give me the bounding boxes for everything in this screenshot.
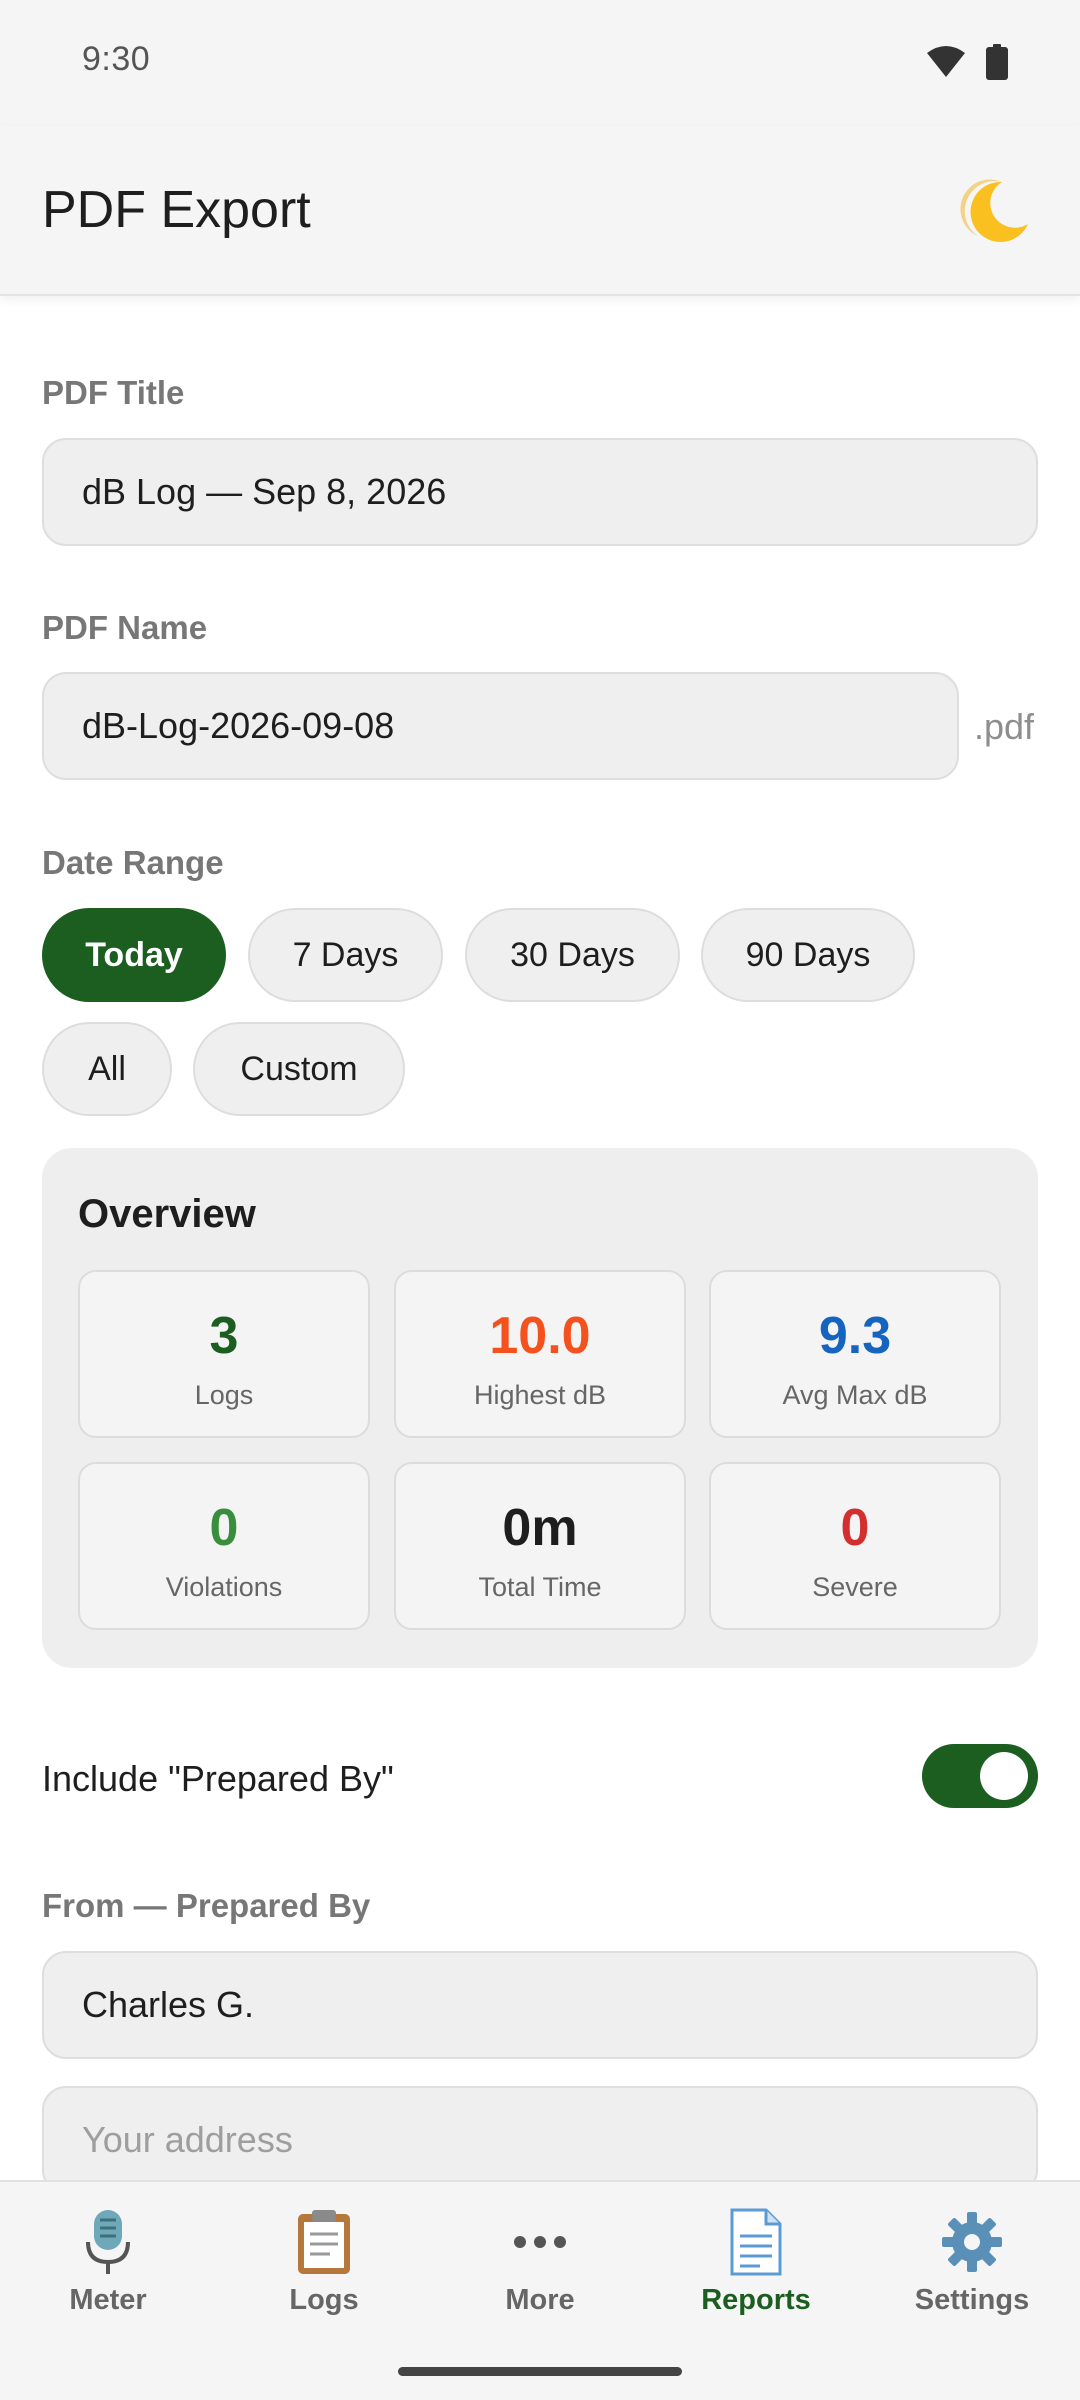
clipboard-icon: [298, 2210, 350, 2274]
stat-label-severe: Severe: [812, 1572, 898, 1602]
stat-value-highest-db: 10.0: [489, 1307, 591, 1365]
pdf-name-label: PDF Name: [42, 609, 208, 646]
microphone-icon: [86, 2210, 130, 2274]
nav-item-meter[interactable]: Meter: [0, 2182, 216, 2332]
stat-label-logs: Logs: [194, 1380, 254, 1410]
status-icons: [926, 44, 1008, 80]
prepared-by-toggle-label: Include "Prepared By": [42, 1758, 394, 1799]
stat-card-logs: 3 Logs: [78, 1270, 370, 1438]
date-range-chip-today[interactable]: Today: [42, 908, 226, 1002]
gear-icon: [942, 2212, 1002, 2272]
export-form: PDF Title dB Log — Sep 8, 2026 PDF Name …: [0, 296, 1080, 2180]
pdf-extension-suffix: .pdf: [974, 706, 1035, 747]
stat-label-violations: Violations: [165, 1572, 283, 1602]
nav-item-settings[interactable]: Settings: [864, 2182, 1080, 2332]
stat-value-violations: 0: [209, 1499, 239, 1557]
nav-label-settings: Settings: [914, 2284, 1030, 2316]
status-bar: 9:30: [0, 0, 1080, 126]
stat-value-avg-max-db: 9.3: [818, 1307, 892, 1365]
prepared-by-label: From — Prepared By: [42, 1887, 371, 1924]
prepared-by-toggle[interactable]: [922, 1744, 1038, 1808]
stat-label-total-time: Total Time: [478, 1572, 602, 1602]
wifi-icon: [927, 46, 965, 77]
page-title: PDF Export: [42, 181, 311, 239]
pdf-name-input[interactable]: dB-Log-2026-09-08: [42, 672, 959, 780]
nav-item-logs[interactable]: Logs: [216, 2182, 432, 2332]
nav-label-reports: Reports: [701, 2284, 811, 2316]
stat-value-logs: 3: [209, 1307, 239, 1365]
prepared-by-address-input[interactable]: Your address: [42, 2086, 1038, 2180]
stat-label-highest-db: Highest dB: [473, 1380, 607, 1410]
battery-icon: [986, 44, 1008, 80]
nav-item-reports[interactable]: Reports: [648, 2182, 864, 2332]
pdf-title-input[interactable]: dB Log — Sep 8, 2026: [42, 438, 1038, 546]
more-dots-icon: [514, 2236, 566, 2248]
stat-card-highest-db: 10.0 Highest dB: [394, 1270, 686, 1438]
stat-card-avg-max-db: 9.3 Avg Max dB: [709, 1270, 1001, 1438]
date-range-chip-90-days[interactable]: 90 Days: [701, 908, 915, 1002]
toggle-knob: [980, 1752, 1028, 1800]
date-range-chip-7-days[interactable]: 7 Days: [248, 908, 443, 1002]
pdf-export-screen: 9:30 PDF Export PDF Title dB Log — Sep 8…: [0, 0, 1080, 2400]
nav-label-more: More: [505, 2284, 575, 2316]
status-time: 9:30: [82, 40, 151, 78]
overview-title: Overview: [78, 1192, 256, 1236]
nav-label-meter: Meter: [69, 2284, 147, 2316]
stat-label-avg-max-db: Avg Max dB: [782, 1380, 928, 1410]
stat-card-severe: 0 Severe: [709, 1462, 1001, 1630]
date-range-chip-custom[interactable]: Custom: [193, 1022, 405, 1116]
nav-item-more[interactable]: More: [432, 2182, 648, 2332]
pdf-title-label: PDF Title: [42, 374, 185, 411]
stat-value-severe: 0: [840, 1499, 870, 1557]
date-range-label: Date Range: [42, 844, 224, 881]
document-icon: [730, 2208, 782, 2276]
stat-value-total-time: 0m: [502, 1499, 578, 1557]
date-range-chip-30-days[interactable]: 30 Days: [465, 908, 680, 1002]
prepared-by-name-input[interactable]: Charles G.: [42, 1951, 1038, 2059]
overview-card: Overview 3 Logs 10.0 Highest dB 9.3 Avg …: [42, 1148, 1038, 1668]
nav-label-logs: Logs: [289, 2284, 359, 2316]
stat-card-total-time: 0m Total Time: [394, 1462, 686, 1630]
home-indicator: [398, 2367, 682, 2376]
moon-icon: [960, 179, 1028, 242]
app-bar: PDF Export: [0, 126, 1080, 296]
date-range-chip-all[interactable]: All: [42, 1022, 172, 1116]
stat-card-violations: 0 Violations: [78, 1462, 370, 1630]
dark-mode-button[interactable]: [958, 174, 1034, 250]
